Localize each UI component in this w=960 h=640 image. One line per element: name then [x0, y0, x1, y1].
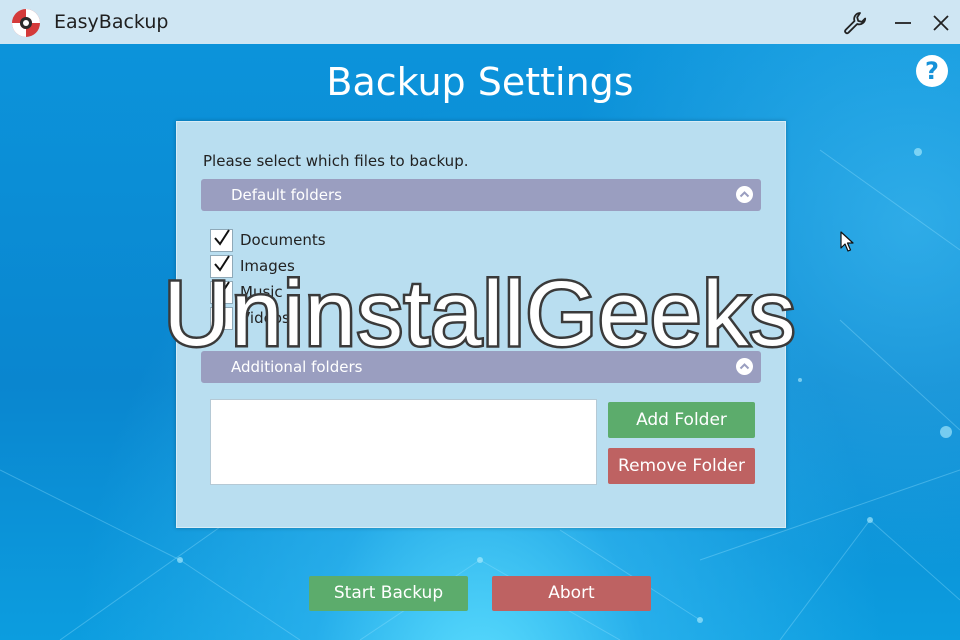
- checkbox-label: Videos: [240, 309, 290, 327]
- documents-checkbox[interactable]: [210, 229, 233, 252]
- checkbox-label: Images: [240, 257, 295, 275]
- abort-button[interactable]: Abort: [492, 576, 651, 611]
- checkmark-icon: [214, 255, 230, 272]
- settings-button[interactable]: [840, 8, 870, 38]
- minimize-icon: [895, 22, 911, 24]
- add-folder-button[interactable]: Add Folder: [608, 402, 755, 438]
- checkmark-icon: [214, 281, 230, 298]
- lifebuoy-icon: [10, 7, 42, 39]
- chevron-up-icon[interactable]: [736, 358, 753, 375]
- additional-folders-list[interactable]: [210, 399, 597, 485]
- checkbox-label: Documents: [240, 231, 326, 249]
- backup-settings-panel: Please select which files to backup. Def…: [176, 121, 786, 528]
- checkbox-label: Music: [240, 283, 283, 301]
- remove-folder-button[interactable]: Remove Folder: [608, 448, 755, 484]
- images-checkbox[interactable]: [210, 255, 233, 278]
- checkmark-icon: [214, 229, 230, 246]
- close-icon: [933, 15, 949, 31]
- minimize-button[interactable]: [888, 8, 918, 38]
- app-title: EasyBackup: [54, 11, 169, 33]
- start-backup-button[interactable]: Start Backup: [309, 576, 468, 611]
- chevron-up-icon[interactable]: [736, 186, 753, 203]
- title-bar: EasyBackup: [0, 0, 960, 44]
- page-title: Backup Settings: [326, 60, 634, 104]
- instruction-text: Please select which files to backup.: [203, 152, 469, 170]
- additional-folders-header[interactable]: Additional folders: [201, 351, 761, 383]
- close-button[interactable]: [926, 8, 956, 38]
- music-checkbox[interactable]: [210, 281, 233, 304]
- section-label: Default folders: [231, 186, 342, 204]
- wrench-icon: [844, 12, 867, 35]
- videos-checkbox[interactable]: [210, 307, 233, 330]
- section-label: Additional folders: [231, 358, 363, 376]
- default-folders-header[interactable]: Default folders: [201, 179, 761, 211]
- mouse-cursor-icon: [840, 231, 854, 252]
